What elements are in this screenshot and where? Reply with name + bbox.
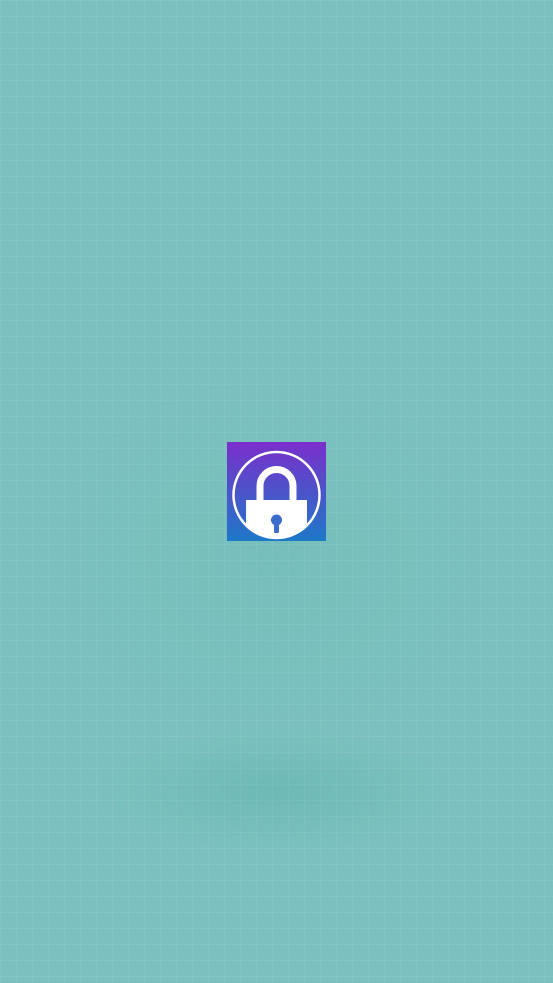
padlock-icon xyxy=(227,442,326,541)
splash-screen xyxy=(0,0,553,983)
app-icon xyxy=(227,442,326,541)
